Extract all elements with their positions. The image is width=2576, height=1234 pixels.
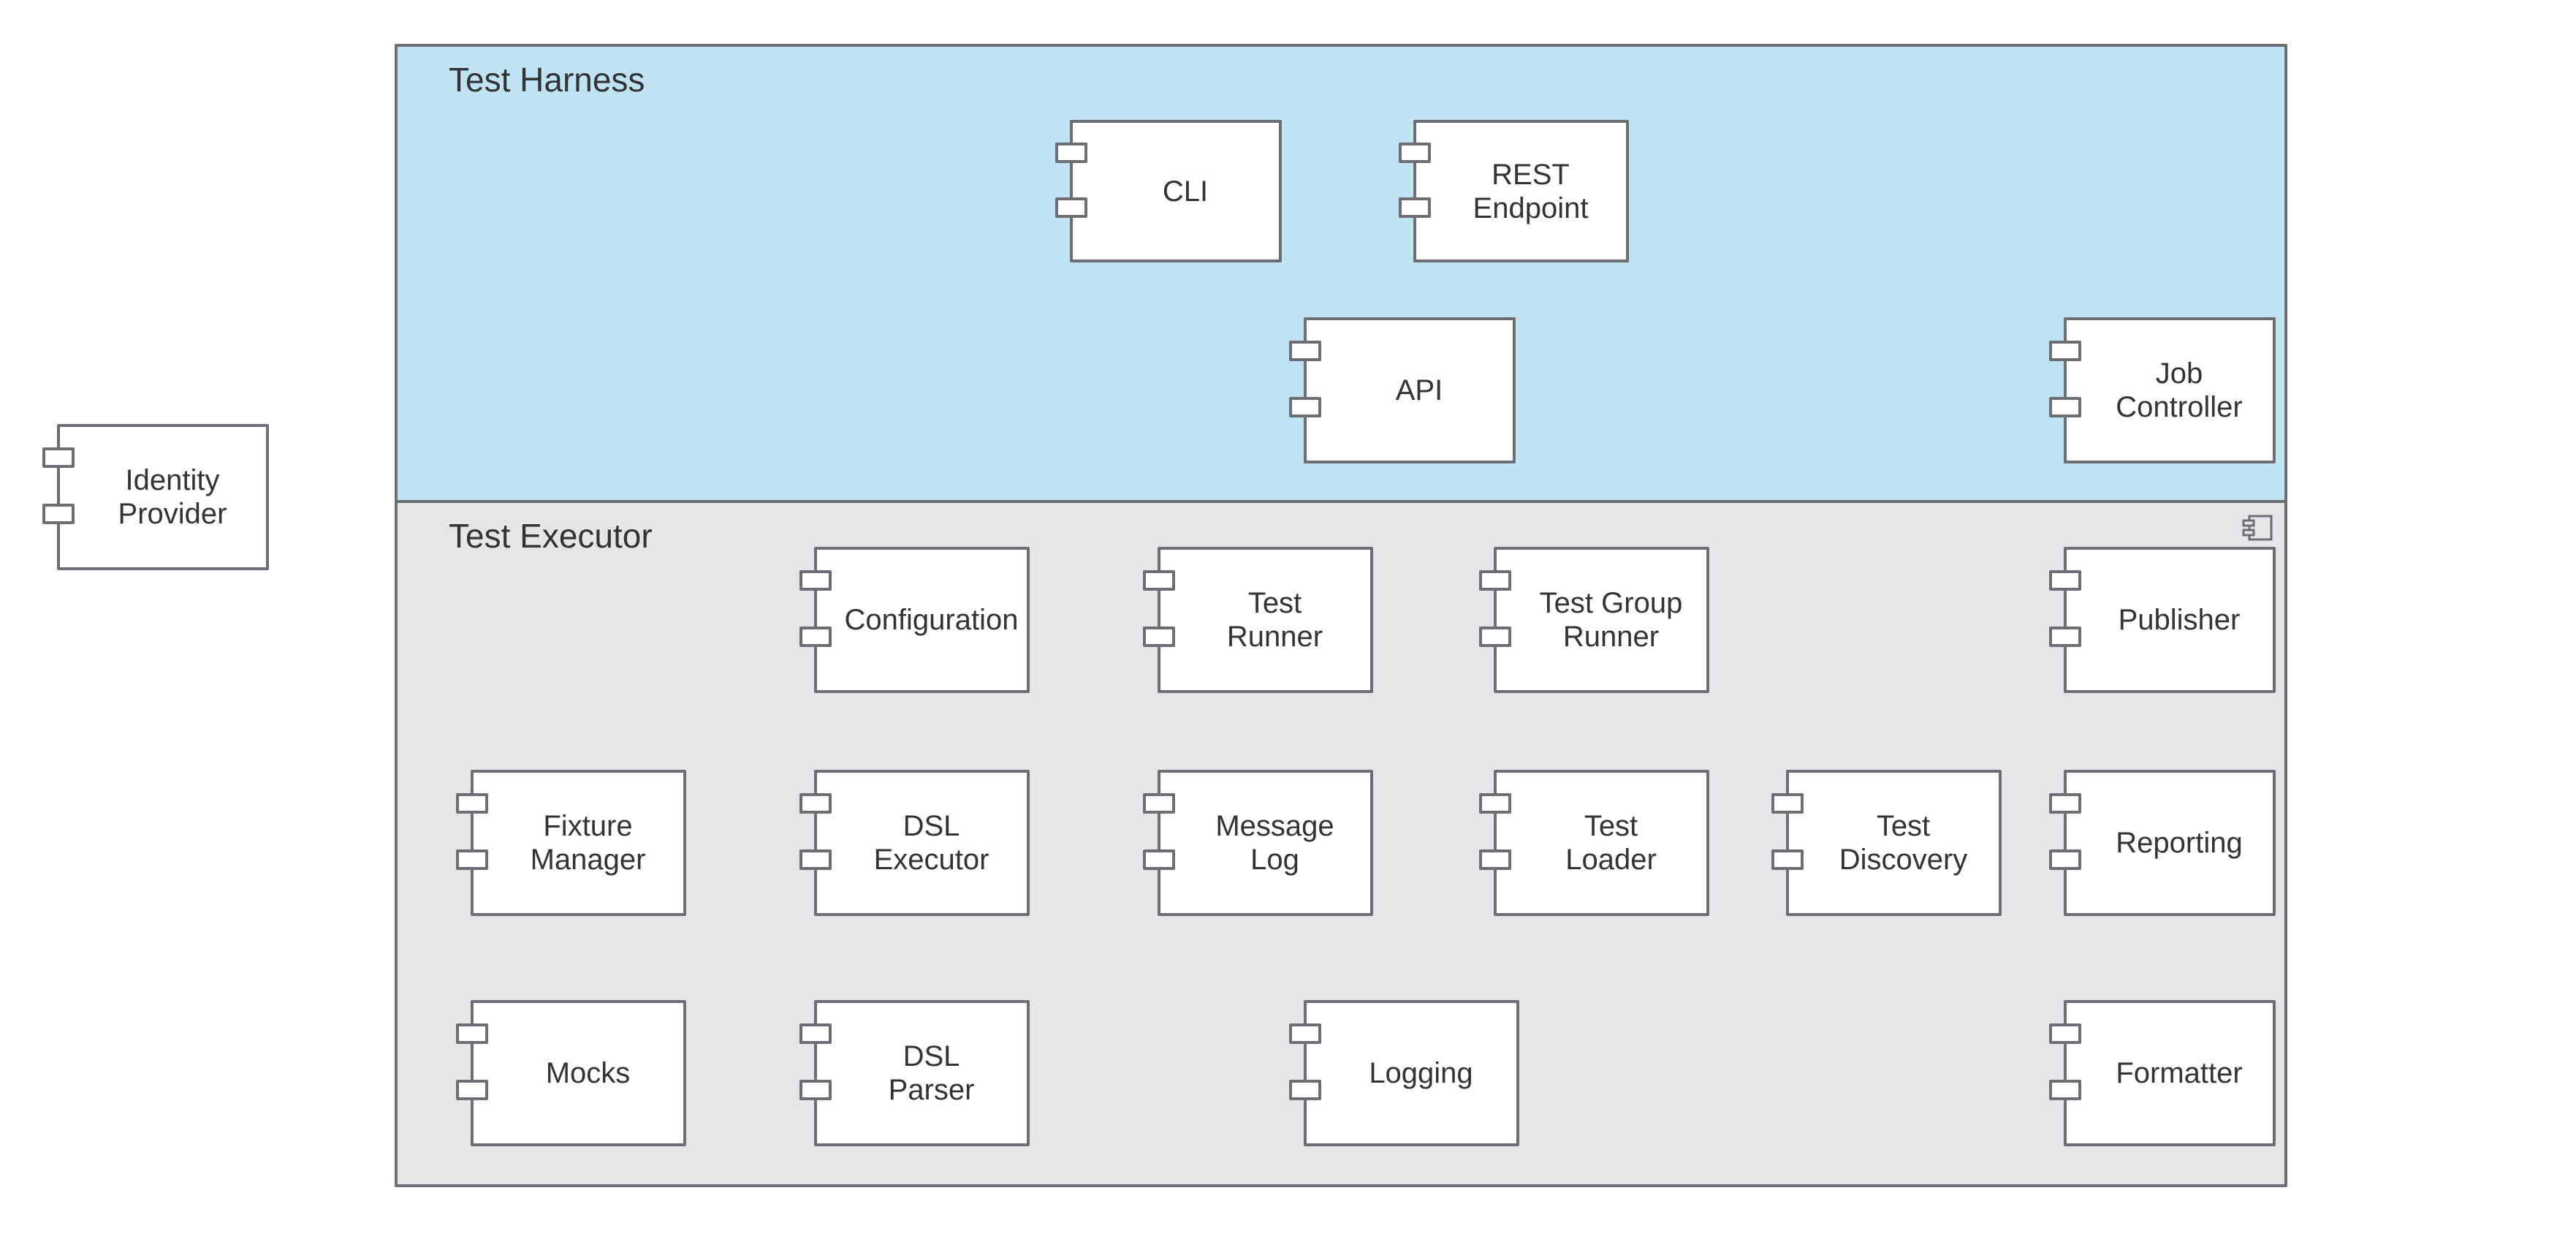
component-label: TestRunner (1187, 586, 1363, 654)
component-label: Mocks (500, 1056, 676, 1090)
component-tab-icon (1143, 849, 1175, 870)
component-label: JobController (2093, 357, 2265, 424)
component-tab-icon (1289, 397, 1321, 417)
component-test-loader: TestLoader (1494, 770, 1709, 916)
component-tab-icon (799, 1080, 832, 1100)
component-tab-icon (1479, 849, 1511, 870)
component-tab-icon (2049, 397, 2081, 417)
component-label: MessageLog (1187, 809, 1363, 877)
component-tab-icon (42, 504, 75, 524)
component-label: TestDiscovery (1815, 809, 1991, 877)
component-tab-icon (2049, 627, 2081, 647)
component-tab-icon (1143, 627, 1175, 647)
component-label: Publisher (2093, 603, 2265, 637)
component-label: Formatter (2093, 1056, 2265, 1090)
component-dsl-executor: DSLExecutor (814, 770, 1030, 916)
component-tab-icon (799, 849, 832, 870)
component-fixture-manager: FixtureManager (471, 770, 686, 916)
component-tab-icon (1771, 793, 1804, 814)
component-publisher: Publisher (2064, 547, 2276, 693)
component-dsl-parser: DSLParser (814, 1000, 1030, 1146)
component-tab-icon (1143, 793, 1175, 814)
container-test-executor: Test Executor Configuration TestRunner T… (395, 500, 2287, 1187)
component-identity-provider: IdentityProvider (57, 424, 269, 570)
component-label: DSLParser (843, 1040, 1019, 1107)
component-label: TestLoader (1523, 809, 1699, 877)
component-tab-icon (799, 627, 832, 647)
component-tab-icon (1479, 570, 1511, 591)
component-mocks: Mocks (471, 1000, 686, 1146)
component-label: CLI (1099, 175, 1272, 208)
component-tab-icon (1399, 197, 1431, 218)
container-test-harness: Test Harness CLI RESTEndpoint API JobCon… (395, 44, 2287, 503)
component-label: Test GroupRunner (1523, 586, 1699, 654)
component-label: RESTEndpoint (1443, 158, 1619, 225)
component-tab-icon (2049, 341, 2081, 361)
component-tab-icon (2049, 570, 2081, 591)
component-tab-icon (456, 793, 488, 814)
component-tab-icon (799, 1023, 832, 1044)
component-label: IdentityProvider (86, 463, 259, 531)
component-message-log: MessageLog (1158, 770, 1373, 916)
component-label: Logging (1333, 1056, 1509, 1090)
component-tab-icon (2049, 849, 2081, 870)
component-tab-icon (1479, 627, 1511, 647)
component-rest-endpoint: RESTEndpoint (1413, 120, 1629, 262)
component-reporting: Reporting (2064, 770, 2276, 916)
component-tab-icon (1399, 143, 1431, 163)
component-cli: CLI (1070, 120, 1282, 262)
component-tab-icon (456, 849, 488, 870)
component-test-group-runner: Test GroupRunner (1494, 547, 1709, 693)
component-test-runner: TestRunner (1158, 547, 1373, 693)
component-tab-icon (2049, 793, 2081, 814)
component-label: Reporting (2093, 826, 2265, 860)
component-tab-icon (2049, 1080, 2081, 1100)
component-tab-icon (456, 1023, 488, 1044)
subsystem-icon (2242, 513, 2274, 542)
container-title: Test Executor (449, 516, 653, 556)
component-tab-icon (1289, 1080, 1321, 1100)
component-tab-icon (799, 570, 832, 591)
component-tab-icon (456, 1080, 488, 1100)
component-label: Configuration (843, 603, 1019, 637)
component-test-discovery: TestDiscovery (1786, 770, 2002, 916)
component-label: API (1333, 374, 1505, 407)
component-label: FixtureManager (500, 809, 676, 877)
diagram-canvas: IdentityProvider Test Harness CLI RESTEn… (0, 0, 2576, 1234)
component-tab-icon (1289, 341, 1321, 361)
component-tab-icon (1143, 570, 1175, 591)
component-api: API (1304, 317, 1516, 463)
component-formatter: Formatter (2064, 1000, 2276, 1146)
component-tab-icon (1055, 143, 1087, 163)
component-logging: Logging (1304, 1000, 1519, 1146)
component-tab-icon (1479, 793, 1511, 814)
component-tab-icon (1771, 849, 1804, 870)
component-tab-icon (42, 447, 75, 468)
component-job-controller: JobController (2064, 317, 2276, 463)
component-tab-icon (799, 793, 832, 814)
container-title: Test Harness (449, 60, 645, 99)
component-configuration: Configuration (814, 547, 1030, 693)
component-label: DSLExecutor (843, 809, 1019, 877)
component-tab-icon (1289, 1023, 1321, 1044)
component-tab-icon (2049, 1023, 2081, 1044)
component-tab-icon (1055, 197, 1087, 218)
